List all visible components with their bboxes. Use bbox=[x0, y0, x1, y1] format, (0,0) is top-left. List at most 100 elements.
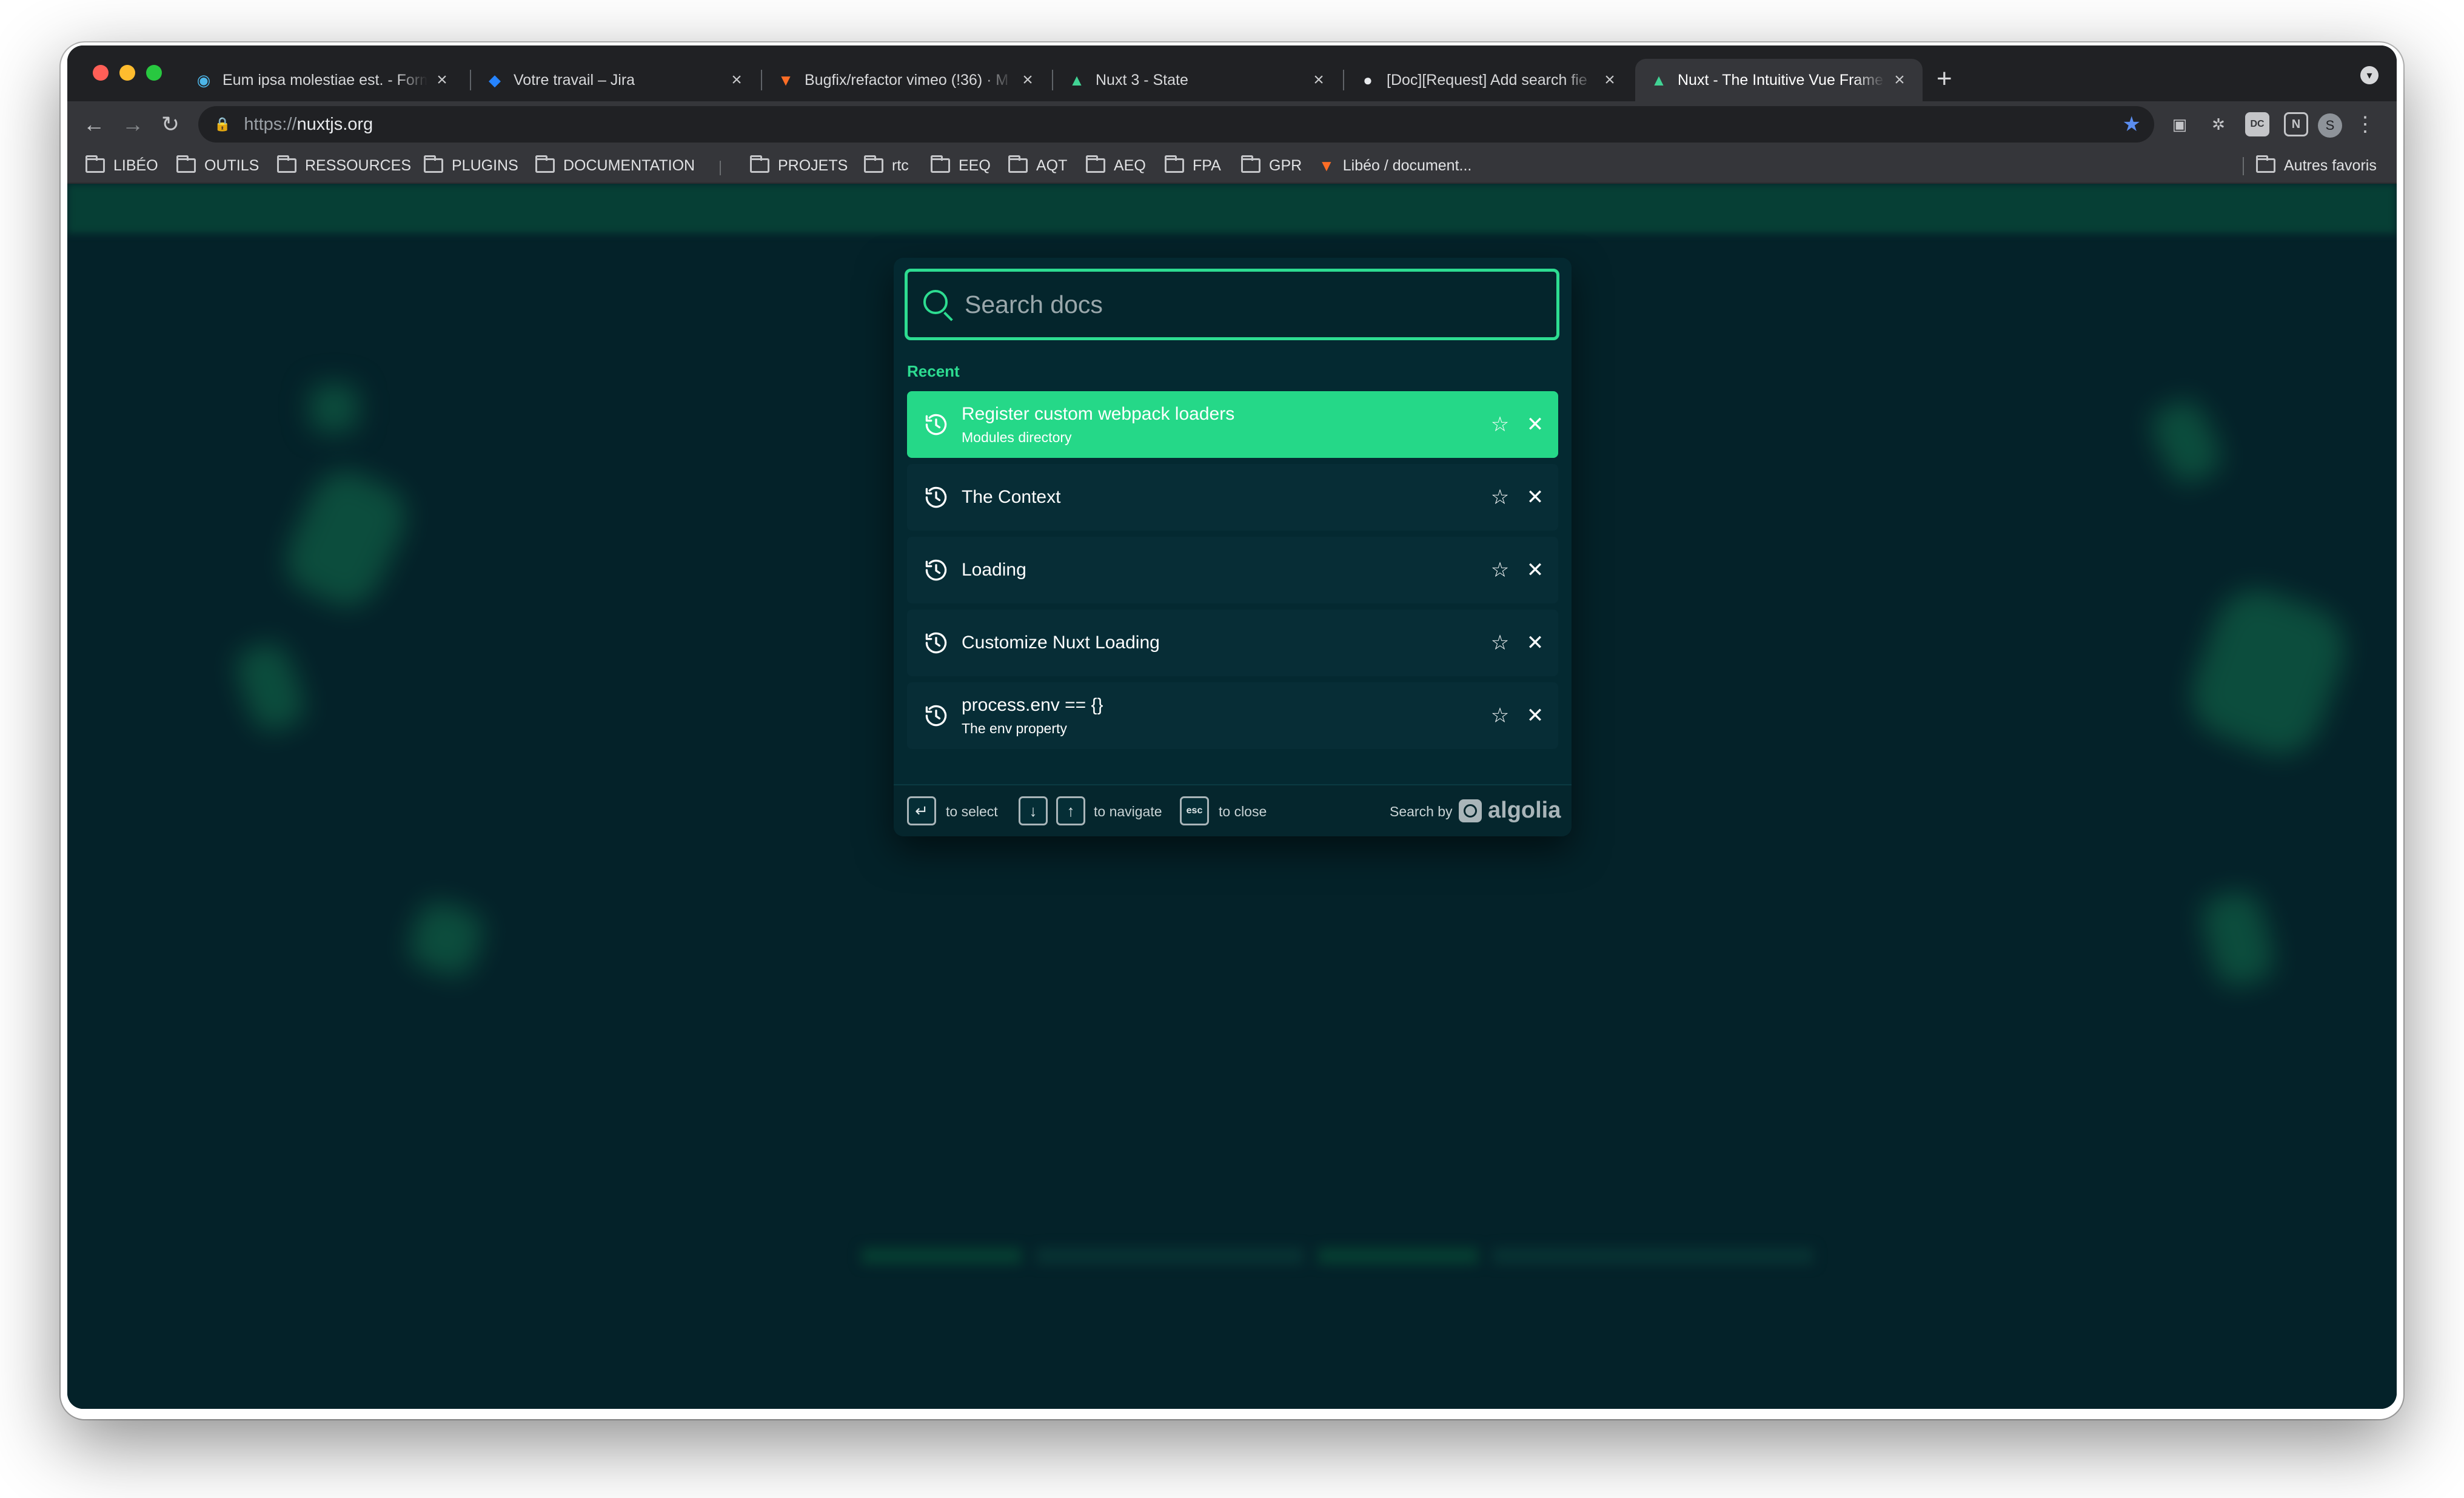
gear-extension-icon[interactable]: ✲ bbox=[2206, 112, 2231, 136]
bookmark-label: FPA bbox=[1193, 156, 1221, 174]
tab-3[interactable]: ▲ Nuxt 3 - State × bbox=[1053, 59, 1342, 101]
tab-title: Eum ipsa molestiae est. - Form bbox=[223, 71, 427, 89]
hit-title: Loading bbox=[962, 560, 1026, 580]
gitlab-icon: ▼ bbox=[778, 70, 794, 89]
search-by-label: Search by bbox=[1390, 804, 1453, 819]
lock-icon: 🔒 bbox=[214, 116, 231, 132]
remove-close-icon[interactable]: ✕ bbox=[1523, 412, 1547, 437]
bookmark-label: Autres favoris bbox=[2284, 156, 2377, 174]
close-tab-icon[interactable]: × bbox=[728, 70, 745, 90]
bookmark-link[interactable]: ▼ Libéo / document... bbox=[1319, 155, 1471, 176]
bookmark-folder[interactable]: FPA bbox=[1165, 155, 1221, 176]
favorite-star-icon[interactable]: ☆ bbox=[1488, 558, 1512, 582]
search-icon bbox=[922, 289, 954, 321]
browser-window: ◉ Eum ipsa molestiae est. - Form × ◆ Vot… bbox=[67, 45, 2397, 1409]
bookmark-star-icon[interactable]: ★ bbox=[2123, 113, 2141, 135]
bookmark-label: RESSOURCES bbox=[305, 156, 412, 174]
folder-icon bbox=[424, 155, 443, 173]
bookmark-label: DOCUMENTATION bbox=[563, 156, 695, 174]
bookmark-folder[interactable]: EEQ bbox=[931, 155, 991, 176]
bookmark-label: rtc bbox=[892, 156, 909, 174]
tab-title: Nuxt 3 - State bbox=[1096, 71, 1188, 89]
tab-search-icon[interactable]: ▾ bbox=[2360, 66, 2379, 84]
favorite-star-icon[interactable]: ☆ bbox=[1488, 631, 1512, 655]
tab-1[interactable]: ◆ Votre travail – Jira × bbox=[471, 59, 760, 101]
history-icon bbox=[925, 559, 947, 581]
tab-title: Bugfix/refactor vimeo (!36) · M bbox=[805, 71, 1009, 89]
bookmark-label: EEQ bbox=[959, 156, 991, 174]
remove-close-icon[interactable]: ✕ bbox=[1523, 558, 1547, 582]
folder-icon bbox=[85, 155, 105, 173]
favorite-star-icon[interactable]: ☆ bbox=[1488, 485, 1512, 509]
url-text: https://nuxtjs.org bbox=[244, 114, 373, 134]
hit-subtitle: The env property bbox=[962, 720, 1067, 736]
folder-icon bbox=[1086, 155, 1105, 173]
folder-icon bbox=[931, 155, 950, 173]
bookmark-label: AEQ bbox=[1114, 156, 1146, 174]
close-window-button[interactable] bbox=[93, 65, 109, 81]
history-icon bbox=[925, 486, 947, 508]
close-tab-icon[interactable]: × bbox=[1601, 70, 1618, 90]
bookmark-folder[interactable]: GPR bbox=[1241, 155, 1302, 176]
reload-icon[interactable]: ↻ bbox=[156, 110, 185, 139]
window-controls bbox=[93, 65, 162, 81]
other-bookmarks-folder[interactable]: Autres favoris bbox=[2256, 155, 2377, 176]
tab-4[interactable]: ● [Doc][Request] Add search fie × bbox=[1344, 59, 1633, 101]
bookmark-folder[interactable]: AQT bbox=[1008, 155, 1067, 176]
favorite-star-icon[interactable]: ☆ bbox=[1488, 412, 1512, 437]
close-tab-icon[interactable]: × bbox=[1019, 70, 1036, 90]
remove-close-icon[interactable]: ✕ bbox=[1523, 631, 1547, 655]
new-tab-button[interactable]: + bbox=[1937, 64, 1952, 94]
bookmark-folder[interactable]: PLUGINS bbox=[424, 155, 518, 176]
forward-arrow-icon[interactable]: → bbox=[118, 110, 147, 139]
close-tab-icon[interactable]: × bbox=[434, 70, 450, 90]
search-hit-selected[interactable]: Register custom webpack loaders Modules d… bbox=[907, 391, 1558, 458]
bookmark-separator bbox=[720, 161, 721, 175]
bookmark-folder[interactable]: PROJETS bbox=[750, 155, 848, 176]
search-footer: ↵ to select ↓ ↑ to navigate esc to close… bbox=[894, 784, 1572, 836]
bookmark-folder[interactable]: OUTILS bbox=[176, 155, 259, 176]
history-icon bbox=[925, 414, 947, 435]
hit-title: Customize Nuxt Loading bbox=[962, 633, 1160, 653]
folder-icon bbox=[535, 155, 555, 173]
close-hint: to close bbox=[1219, 804, 1267, 819]
nuxt-icon: ▲ bbox=[1651, 70, 1667, 89]
search-hit[interactable]: The Context ☆ ✕ bbox=[907, 464, 1558, 531]
remove-close-icon[interactable]: ✕ bbox=[1523, 704, 1547, 728]
minimize-window-button[interactable] bbox=[119, 65, 135, 81]
back-arrow-icon[interactable]: ← bbox=[79, 110, 109, 139]
search-hit[interactable]: Customize Nuxt Loading ☆ ✕ bbox=[907, 610, 1558, 676]
notion-extension-icon[interactable]: N bbox=[2284, 112, 2308, 136]
profile-avatar[interactable]: S bbox=[2318, 113, 2342, 138]
favorite-star-icon[interactable]: ☆ bbox=[1488, 704, 1512, 728]
maximize-window-button[interactable] bbox=[146, 65, 162, 81]
address-bar[interactable]: 🔒 https://nuxtjs.org ★ bbox=[198, 106, 2154, 143]
more-menu-icon[interactable]: ⋮ bbox=[2355, 111, 2375, 138]
tab-5-active[interactable]: ▲ Nuxt - The Intuitive Vue Frame × bbox=[1635, 59, 1923, 101]
bookmark-folder[interactable]: DOCUMENTATION bbox=[535, 155, 695, 176]
folder-icon bbox=[176, 155, 196, 173]
folder-icon bbox=[1165, 155, 1184, 173]
remove-close-icon[interactable]: ✕ bbox=[1523, 485, 1547, 509]
camera-extension-icon[interactable]: ▣ bbox=[2168, 112, 2192, 136]
tab-0[interactable]: ◉ Eum ipsa molestiae est. - Form × bbox=[180, 59, 465, 101]
bookmark-folder[interactable]: rtc bbox=[864, 155, 909, 176]
bookmark-folder[interactable]: RESSOURCES bbox=[277, 155, 411, 176]
select-hint: to select bbox=[946, 804, 998, 819]
extension-badge-icon[interactable]: DC bbox=[2245, 112, 2269, 136]
history-icon bbox=[925, 632, 947, 654]
search-modal: Recent Register custom webpack loaders Mo… bbox=[894, 258, 1572, 836]
bookmark-label: LIBÉO bbox=[113, 156, 158, 174]
bookmark-folder[interactable]: LIBÉO bbox=[85, 155, 158, 176]
search-hit[interactable]: process.env == {} The env property ☆ ✕ bbox=[907, 682, 1558, 749]
broadcast-icon: ◉ bbox=[196, 70, 211, 89]
close-tab-icon[interactable]: × bbox=[1310, 70, 1327, 90]
search-hit[interactable]: Loading ☆ ✕ bbox=[907, 537, 1558, 603]
algolia-logo[interactable]: algolia bbox=[1459, 798, 1561, 824]
tab-2[interactable]: ▼ Bugfix/refactor vimeo (!36) · M × bbox=[762, 59, 1051, 101]
search-field[interactable] bbox=[905, 269, 1559, 340]
close-tab-icon[interactable]: × bbox=[1891, 70, 1908, 90]
search-input[interactable] bbox=[965, 290, 1510, 319]
tab-title: Nuxt - The Intuitive Vue Frame bbox=[1678, 71, 1884, 89]
bookmark-folder[interactable]: AEQ bbox=[1086, 155, 1146, 176]
